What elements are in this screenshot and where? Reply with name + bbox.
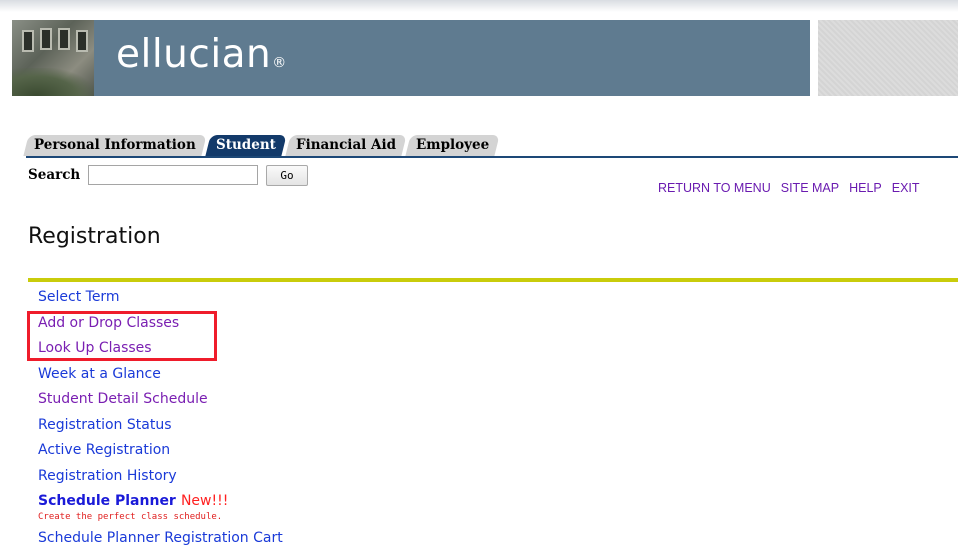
tab-label: Financial Aid — [295, 137, 396, 153]
tab-financial-aid[interactable]: Financial Aid — [285, 135, 407, 156]
schedule-planner-item: Schedule Planner New!!! — [38, 490, 228, 509]
schedule-planner-description: Create the perfect class schedule. — [38, 512, 223, 522]
new-badge: New!!! — [180, 493, 229, 509]
section-divider — [28, 278, 958, 282]
registered-mark: ® — [272, 55, 287, 71]
exit-link[interactable]: EXIT — [892, 181, 920, 195]
week-at-a-glance-link[interactable]: Week at a Glance — [38, 364, 208, 390]
tab-label: Personal Information — [34, 137, 196, 153]
tab-personal-information[interactable]: Personal Information — [23, 135, 207, 156]
tab-student[interactable]: Student — [205, 135, 287, 156]
look-up-classes-link[interactable]: Look Up Classes — [38, 338, 208, 364]
return-to-menu-link[interactable]: RETURN TO MENU — [658, 181, 771, 195]
help-link[interactable]: HELP — [849, 181, 882, 195]
tab-label: Employee — [415, 137, 489, 153]
page-title: Registration — [28, 224, 161, 249]
ellucian-logo: ellucian® — [116, 32, 287, 77]
campus-building-image — [12, 20, 94, 96]
add-or-drop-classes-link[interactable]: Add or Drop Classes — [38, 313, 208, 339]
search-input[interactable] — [88, 165, 258, 185]
active-registration-link[interactable]: Active Registration — [38, 440, 208, 466]
window-top-edge — [0, 0, 958, 12]
top-navigation-links: RETURN TO MENU SITE MAP HELP EXIT — [658, 181, 930, 195]
tab-underline — [26, 156, 958, 158]
student-detail-schedule-link[interactable]: Student Detail Schedule — [38, 389, 208, 415]
registration-status-link[interactable]: Registration Status — [38, 415, 208, 441]
schedule-planner-registration-cart-link[interactable]: Schedule Planner Registration Cart — [38, 530, 283, 546]
registration-menu: Select Term Add or Drop Classes Look Up … — [38, 287, 208, 491]
banner-right-panel — [818, 20, 958, 96]
registration-history-link[interactable]: Registration History — [38, 466, 208, 492]
tab-label: Student — [215, 137, 276, 153]
logo-text: ellucian — [116, 32, 272, 77]
main-tabs: Personal Information Student Financial A… — [23, 132, 501, 156]
search-label: Search — [28, 167, 81, 183]
schedule-planner-link[interactable]: Schedule Planner — [38, 493, 176, 509]
go-button[interactable]: Go — [266, 165, 308, 186]
tab-employee[interactable]: Employee — [405, 135, 500, 156]
header-banner: ellucian® — [12, 20, 810, 96]
select-term-link[interactable]: Select Term — [38, 287, 208, 313]
site-map-link[interactable]: SITE MAP — [781, 181, 839, 195]
